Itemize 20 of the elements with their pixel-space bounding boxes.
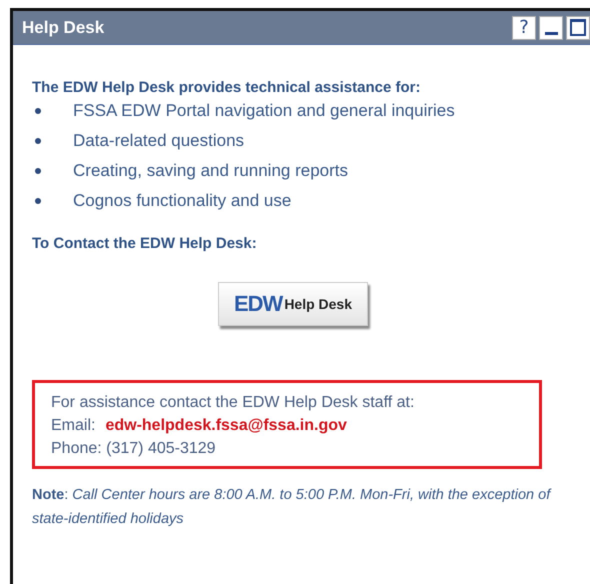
bullet-icon (35, 138, 41, 144)
intro-heading: The EDW Help Desk provides technical assistance for: (32, 79, 422, 96)
contact-intro: For assistance contact the EDW Help Desk staff at: (51, 393, 416, 413)
service-item: Creating, saving and running reports (73, 161, 348, 181)
maximize-button[interactable] (566, 16, 590, 40)
minimize-button[interactable] (539, 16, 563, 40)
email-label: Email: (51, 416, 96, 436)
help-button[interactable]: ? (512, 16, 536, 40)
note-text: Note: Call Center hours are 8:00 A.M. to 5:00 P.M. Mon-Fri, with the exception of state-identified holidays (32, 486, 552, 529)
bullet-icon (35, 168, 41, 174)
contact-heading: To Contact the EDW Help Desk: (32, 235, 258, 252)
phone-number: Phone: (317) 405-3129 (51, 439, 217, 459)
bullet-icon (35, 108, 41, 114)
service-item: Data-related questions (73, 131, 244, 151)
window-title: Help Desk (21, 18, 104, 38)
help-desk-button[interactable]: EDWHelp Desk (218, 282, 368, 326)
service-item: FSSA EDW Portal navigation and general inquiries (73, 101, 455, 121)
service-item: Cognos functionality and use (73, 191, 292, 211)
email-link[interactable]: edw-helpdesk.fssa@fssa.in.gov (105, 414, 347, 437)
bullet-icon (35, 198, 41, 204)
